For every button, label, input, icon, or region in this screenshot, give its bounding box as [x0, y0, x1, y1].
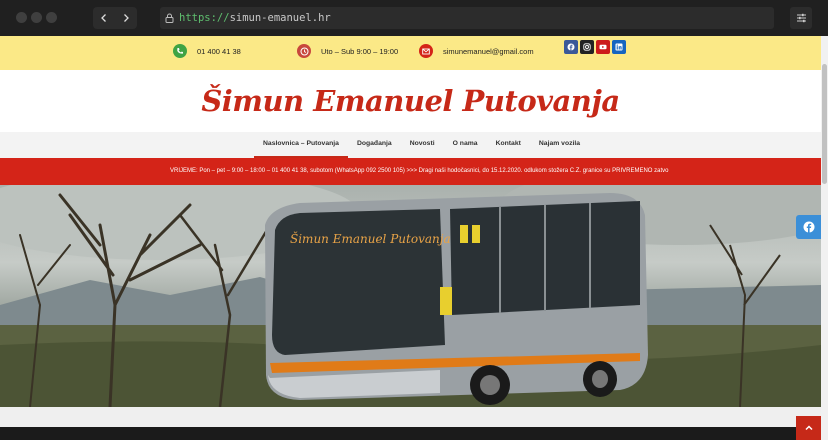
email-contact[interactable]: simunemanuel@gmail.com [419, 44, 534, 58]
facebook-icon [803, 221, 814, 233]
dark-section [0, 427, 821, 440]
content-strip [0, 407, 821, 427]
site-header: Šimun Emanuel Putovanja [0, 70, 821, 132]
phone-icon [173, 44, 187, 58]
browser-toolbar: https://simun-emanuel.hr [0, 0, 828, 36]
back-button[interactable] [93, 7, 115, 29]
clock-icon [297, 44, 311, 58]
announcement-ticker: VRIJEME: Pon – pet – 9:00 – 18:00 – 01 4… [0, 158, 821, 185]
floating-facebook-button[interactable] [796, 215, 821, 239]
chevron-left-icon [101, 14, 106, 22]
social-links [564, 40, 626, 54]
nav-item-naslovnica[interactable]: Naslovnica – Putovanja [254, 132, 348, 158]
url-protocol: https:// [179, 12, 230, 24]
nav-item-o-nama[interactable]: O nama [444, 132, 487, 158]
linkedin-icon[interactable] [612, 40, 626, 54]
web-page: 01 400 41 38 Uto – Sub 9:00 – 19:00 simu… [0, 36, 821, 440]
ticker-text: VRIJEME: Pon – pet – 9:00 – 18:00 – 01 4… [170, 168, 669, 174]
url-host: simun-emanuel.hr [229, 12, 331, 24]
opening-hours: Uto – Sub 9:00 – 19:00 [297, 44, 398, 58]
history-buttons [93, 7, 137, 29]
sliders-icon [796, 13, 806, 23]
scrollbar-thumb[interactable] [822, 64, 827, 184]
hero-image: Šimun Emanuel Putovanja [0, 185, 821, 407]
hours-text: Uto – Sub 9:00 – 19:00 [321, 46, 399, 56]
back-to-top-button[interactable] [796, 416, 821, 440]
phone-number: 01 400 41 38 [197, 46, 241, 56]
close-window-dot[interactable] [16, 12, 27, 23]
address-bar[interactable]: https://simun-emanuel.hr [160, 7, 774, 29]
nav-item-najam-vozila[interactable]: Najam vozila [530, 132, 589, 158]
email-address: simunemanuel@gmail.com [443, 46, 534, 56]
minimize-window-dot[interactable] [31, 12, 42, 23]
window-controls [16, 12, 57, 23]
site-logo[interactable]: Šimun Emanuel Putovanja [201, 84, 620, 118]
envelope-icon [419, 44, 433, 58]
instagram-icon[interactable] [580, 40, 594, 54]
page-scrollbar[interactable] [821, 36, 828, 440]
facebook-icon[interactable] [564, 40, 578, 54]
chevron-right-icon [124, 14, 129, 22]
nav-menu: Naslovnica – Putovanja Događanja Novosti… [254, 132, 589, 158]
url-text: https://simun-emanuel.hr [179, 12, 331, 24]
nav-item-dogadanja[interactable]: Događanja [348, 132, 401, 158]
youtube-icon[interactable] [596, 40, 610, 54]
bus-sign-text: Šimun Emanuel Putovanja [290, 230, 451, 246]
main-navigation: Naslovnica – Putovanja Događanja Novosti… [0, 132, 821, 158]
phone-contact[interactable]: 01 400 41 38 [173, 44, 241, 58]
bus-photo: Šimun Emanuel Putovanja [0, 185, 821, 407]
browser-menu-button[interactable] [790, 7, 812, 29]
maximize-window-dot[interactable] [46, 12, 57, 23]
forward-button[interactable] [115, 7, 137, 29]
chevron-up-icon [804, 425, 813, 431]
nav-item-kontakt[interactable]: Kontakt [487, 132, 530, 158]
nav-item-novosti[interactable]: Novosti [401, 132, 444, 158]
contact-bar: 01 400 41 38 Uto – Sub 9:00 – 19:00 simu… [0, 36, 821, 70]
lock-icon [165, 13, 174, 23]
